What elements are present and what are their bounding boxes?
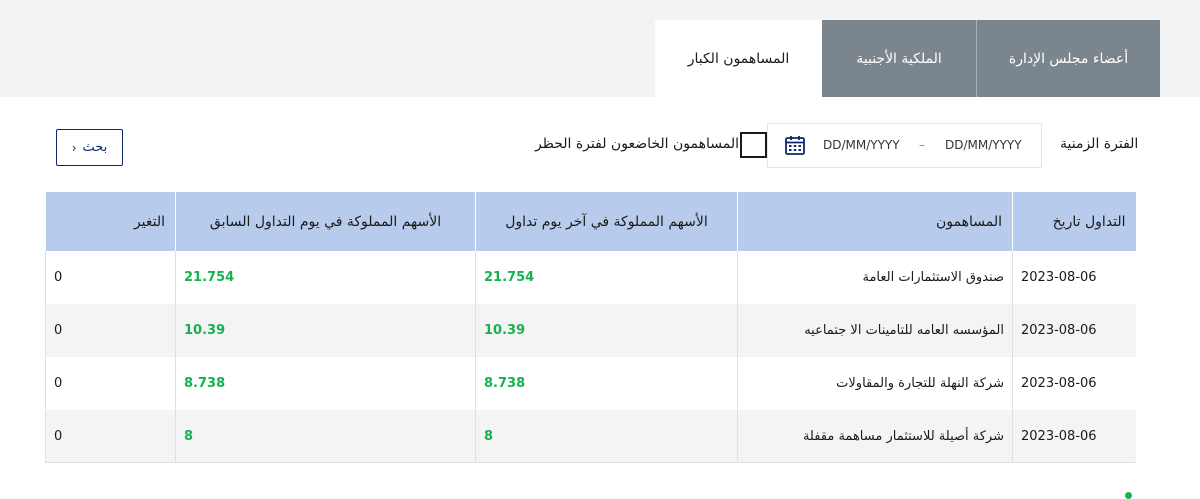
ban-period-checkbox[interactable] [740,132,767,158]
cell-prev-day-shares: 10.39 [175,304,476,357]
cell-shareholder: شركة النهلة للتجارة والمقاولات [737,357,1013,410]
tab-major-shareholders[interactable]: المساهمون الكبار [655,20,822,97]
cell-date: 2023-08-06 [1012,304,1136,357]
cell-date: 2023-08-06 [1012,410,1136,463]
tab-board-members[interactable]: أعضاء مجلس الإدارة [977,20,1160,97]
cell-last-day-shares: 8 [475,410,738,463]
cell-date: 2023-08-06 [1012,357,1136,410]
search-button[interactable]: بحث ‹ [56,129,123,166]
cell-change: 0 [45,251,176,304]
table-row: 2023-08-06 المؤسسه العامه للتامينات الا … [45,304,1136,357]
table-row: 2023-08-06 شركة أصيلة للاستثمار مساهمة م… [45,410,1136,463]
chevron-left-icon: ‹ [71,140,77,155]
cell-change: 0 [45,304,176,357]
header-date[interactable]: التداول تاريخ [1012,192,1136,251]
cell-last-day-shares: 8.738 [475,357,738,410]
table-header-row: التداول تاريخ المساهمون الأسهم المملوكة … [45,192,1136,251]
period-label: الفترة الزمنية [1060,136,1139,152]
header-prev-day-shares[interactable]: الأسهم المملوكة في يوم التداول السابق [175,192,476,251]
cell-shareholder: المؤسسه العامه للتامينات الا جتماعيه [737,304,1013,357]
cell-prev-day-shares: 8 [175,410,476,463]
tab-foreign-ownership[interactable]: الملكية الأجنبية [822,20,977,97]
table-bottom-border [45,462,1135,463]
date-from-input[interactable]: DD/MM/YYYY [823,138,900,152]
header-last-day-shares[interactable]: الأسهم المملوكة في آخر يوم تداول [475,192,738,251]
cell-last-day-shares: 10.39 [475,304,738,357]
table-row: 2023-08-06 شركة النهلة للتجارة والمقاولا… [45,357,1136,410]
cell-shareholder: صندوق الاستثمارات العامة [737,251,1013,304]
cell-shareholder: شركة أصيلة للاستثمار مساهمة مقفلة [737,410,1013,463]
cell-date: 2023-08-06 [1012,251,1136,304]
search-button-label: بحث [82,140,108,155]
header-change[interactable]: التغير [45,192,176,251]
date-separator: – [919,138,925,152]
cell-change: 0 [45,357,176,410]
table-row: 2023-08-06 صندوق الاستثمارات العامة 21.7… [45,251,1136,304]
calendar-icon[interactable] [784,134,806,156]
shareholders-table: التداول تاريخ المساهمون الأسهم المملوكة … [45,192,1136,463]
cell-change: 0 [45,410,176,463]
cell-prev-day-shares: 21.754 [175,251,476,304]
tab-bar: المساهمون الكبار الملكية الأجنبية أعضاء … [655,20,1160,97]
header-shareholder[interactable]: المساهمون [737,192,1013,251]
ban-period-label: المساهمون الخاضعون لفترة الحظر [535,136,739,152]
date-to-input[interactable]: DD/MM/YYYY [945,138,1022,152]
cell-prev-day-shares: 8.738 [175,357,476,410]
cell-last-day-shares: 21.754 [475,251,738,304]
